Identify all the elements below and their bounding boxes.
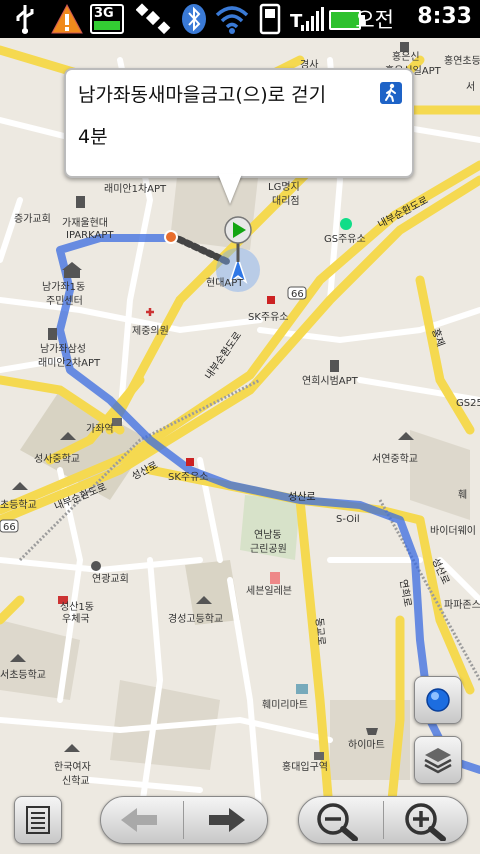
arrow-right-icon[interactable]	[207, 805, 247, 835]
usb-icon	[16, 5, 34, 34]
building-icon	[330, 360, 339, 372]
3g-text: 3G	[94, 6, 114, 21]
walking-icon	[380, 82, 402, 104]
map-label: 홍연초등	[444, 54, 480, 67]
shield-number: 66	[291, 289, 304, 300]
gas-station-icon	[340, 218, 352, 230]
map-label: 신학교	[62, 775, 90, 787]
map-label: 훼미리마트	[262, 699, 308, 711]
road-label: 성산로	[288, 491, 316, 503]
map-label: 홍대입구역	[282, 760, 328, 773]
wifi-icon	[215, 6, 249, 34]
zoom-controls	[298, 796, 468, 844]
map-label: 파파존스	[444, 599, 480, 611]
map-label: 연희시범APT	[302, 375, 359, 387]
directions-callout[interactable]: 남가좌동새마을금고(으)로 걷기 4분	[64, 68, 414, 178]
map-label: 홍은신	[392, 50, 420, 63]
map-label: 서	[466, 81, 475, 93]
warning-icon	[51, 3, 83, 34]
map-label: 서연중학교	[372, 453, 418, 465]
church-icon	[91, 561, 101, 571]
building-icon	[400, 42, 409, 52]
gas-station-icon	[267, 296, 275, 304]
map-label: S-Oil	[336, 514, 360, 525]
map-label: 서초등학교	[0, 669, 46, 681]
satellite-icon	[136, 3, 171, 35]
route-step-controls	[100, 796, 268, 844]
map-label: 바이더웨이	[430, 525, 476, 537]
gas-station-icon	[186, 458, 194, 466]
clock-ampm: 오전	[355, 8, 394, 32]
my-location-icon	[426, 688, 450, 712]
map-label: 가좌역	[86, 423, 114, 435]
building-icon	[48, 328, 57, 340]
phone-icon	[259, 3, 281, 35]
shield-number: 66	[3, 522, 16, 533]
callout-duration: 4분	[78, 126, 108, 148]
clock: 8:33	[417, 4, 472, 29]
map-label: 성사중학교	[34, 453, 80, 465]
3g-icon: 3G	[90, 4, 124, 34]
map-label: 훼	[458, 489, 467, 501]
map-label: GS주유소	[324, 233, 366, 245]
menu-button[interactable]	[14, 796, 62, 844]
shopping-icon	[366, 728, 378, 735]
start-point	[164, 230, 178, 244]
map-label: 제중의원	[132, 325, 169, 337]
map-label: 현대APT	[206, 277, 244, 289]
map-label: 초등학교	[0, 499, 37, 511]
map-label: 연광교회	[92, 573, 129, 585]
map-label: 성산1동	[60, 601, 94, 613]
map-label: 한국여자	[54, 761, 91, 773]
map-label: 우체국	[62, 613, 90, 625]
building-icon	[76, 196, 85, 208]
callout-pointer	[218, 174, 242, 204]
map-label: 경성고등학교	[168, 612, 223, 625]
map-label: SK주유소	[168, 471, 209, 483]
map-label: 가재울현대	[62, 217, 108, 229]
map-label: 주민센터	[46, 295, 83, 307]
zoom-in-icon[interactable]	[403, 801, 451, 841]
map-label: 대리점	[272, 195, 300, 207]
menu-icon	[26, 806, 50, 834]
subway-icon	[314, 752, 324, 760]
status-bar: 3G T 오전 8:33	[0, 0, 480, 38]
map-label: 남가좌삼성	[40, 343, 86, 355]
map-label: 증가교회	[14, 213, 51, 225]
callout-title: 남가좌동새마을금고(으)로 걷기	[78, 84, 327, 106]
arrow-left-icon[interactable]	[119, 805, 159, 835]
map-label: SK주유소	[248, 311, 289, 323]
convenience-store-icon	[270, 572, 280, 584]
map-label: GS25	[456, 398, 480, 409]
map-label: 연남동	[254, 529, 282, 541]
map-label: 세븐일레븐	[246, 585, 292, 597]
map-label: 래미안1차APT	[104, 183, 167, 195]
zoom-out-icon[interactable]	[315, 801, 363, 841]
convenience-store-icon	[296, 684, 308, 694]
map-label: 남가좌1동	[42, 281, 85, 293]
my-location-button[interactable]	[414, 676, 462, 724]
map-label: IPARKAPT	[66, 230, 114, 241]
map-label: 래미안2차APT	[38, 357, 101, 369]
map-label: 근린공원	[250, 543, 287, 555]
layers-button[interactable]	[414, 736, 462, 784]
layers-icon	[424, 748, 452, 774]
map-label: 하이마트	[348, 738, 385, 751]
signal-icon: T	[290, 7, 324, 32]
bluetooth-icon	[182, 4, 206, 34]
map-label: LG명지	[268, 181, 300, 193]
road-label: 동교로	[313, 617, 327, 646]
